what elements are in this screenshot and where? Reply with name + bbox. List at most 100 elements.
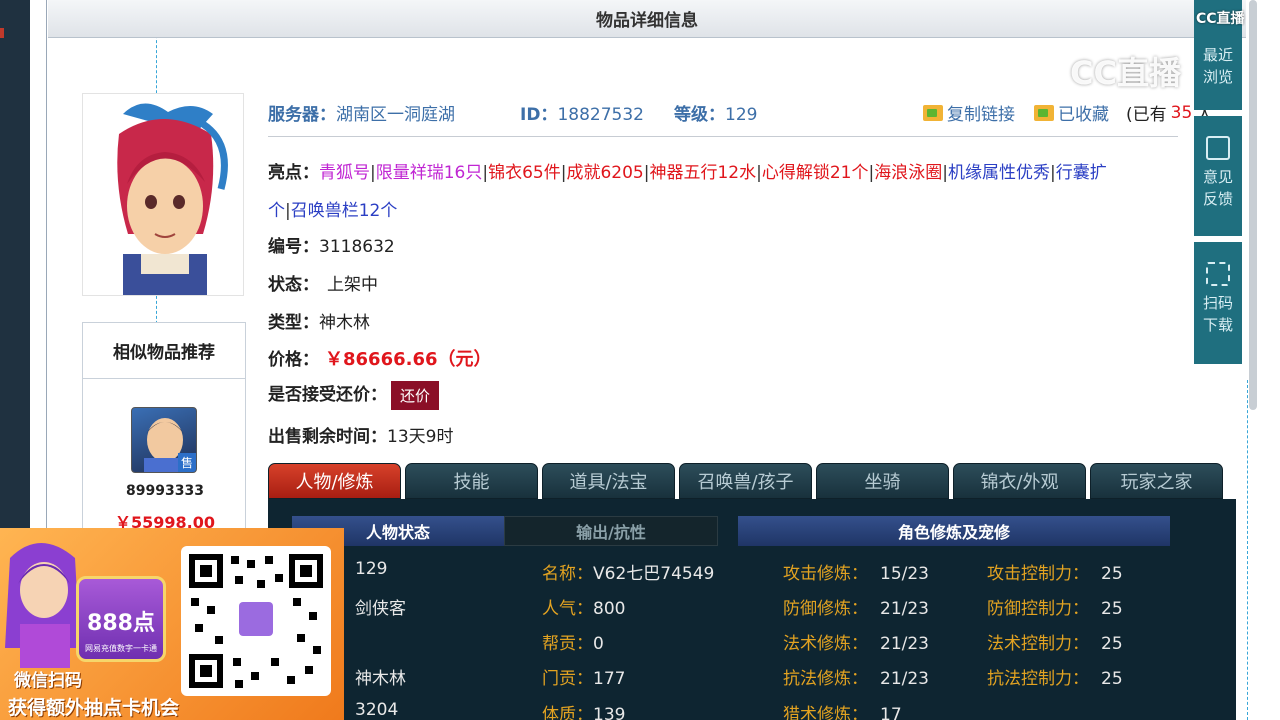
stat-key: 法术控制力： <box>987 634 1089 654</box>
collect-prefix: (已有 <box>1126 105 1167 125</box>
server-value: 湖南区一洞庭湖 <box>336 105 455 125</box>
price-label: 价格： <box>268 350 319 370</box>
subtab-output-resistance[interactable]: 输出/抗性 <box>504 516 718 546</box>
highlight-item: 召唤兽栏12个 <box>290 201 398 221</box>
stat-key: 法术修炼： <box>783 634 868 654</box>
number-value: 3118632 <box>319 237 395 257</box>
highlights-label: 亮点： <box>268 163 319 183</box>
highlight-item: 青狐号 <box>319 163 370 183</box>
stream-watermark: CC直播 <box>1070 54 1181 92</box>
stat-value: V62七巴74549 <box>593 564 715 584</box>
level-value: 129 <box>725 105 758 125</box>
cultivation-row: 猎术修炼： 17 <box>783 700 902 720</box>
status-label: 状态： <box>268 275 319 295</box>
promo-banner[interactable]: 888点 网易充值数字一卡通 微信扫码 获得额外抽点卡机会 <box>0 528 344 720</box>
similar-items-panel: 相似物品推荐 售 89993333 ￥55998.00 <box>82 322 246 532</box>
points-amount: 888点 <box>87 611 155 636</box>
stat-value: 21/23 <box>880 634 929 654</box>
similar-item-thumbnail[interactable]: 售 <box>131 407 197 473</box>
server-label: 服务器： <box>268 105 336 125</box>
status-value: 上架中 <box>327 275 378 295</box>
stat-value: 21/23 <box>880 599 929 619</box>
highlight-item: 机缘属性优秀 <box>947 163 1050 183</box>
copy-link-button[interactable]: 复制链接 <box>923 100 1015 125</box>
floating-sidebar: 最近 浏览 意见 反馈 扫码 下载 <box>1194 0 1242 365</box>
stat-value: 800 <box>593 599 626 619</box>
stat-key: 防御修炼： <box>783 599 868 619</box>
price-row: 价格： ￥86666.66（元） <box>268 345 492 371</box>
tab-player-home[interactable]: 玩家之家 <box>1090 463 1223 499</box>
cultivation-row: 防御修炼： 21/23 <box>783 594 929 619</box>
favorite-icon <box>1034 104 1054 121</box>
tab-skills[interactable]: 技能 <box>405 463 538 499</box>
stat-value: 21/23 <box>880 669 929 689</box>
recent-label-2: 浏览 <box>1202 68 1233 86</box>
similar-item-id[interactable]: 89993333 <box>83 483 247 499</box>
highlights: 亮点：青狐号|限量祥瑞16只|锦衣65件|成就6205|神器五行12水|心得解锁… <box>268 154 1198 230</box>
control-row: 防御控制力： 25 <box>987 594 1123 619</box>
type-row: 类型：神木林 <box>268 308 370 333</box>
character-portrait <box>82 93 244 296</box>
favorite-button[interactable]: 已收藏 <box>1034 100 1109 125</box>
server-info: 服务器：湖南区一洞庭湖 <box>268 100 455 125</box>
feedback-button[interactable]: 意见 反馈 <box>1194 116 1242 236</box>
scan-icon <box>1206 262 1230 286</box>
haggle-row: 是否接受还价： 还价 <box>268 380 440 410</box>
stat-value: 剑侠客 <box>355 599 406 619</box>
feedback-label-2: 反馈 <box>1202 190 1233 208</box>
highlight-item: 行囊扩 <box>1055 163 1107 183</box>
haggle-button[interactable]: 还价 <box>391 380 440 410</box>
highlight-item: 成就6205 <box>566 163 644 183</box>
stat-key: 人气： <box>542 599 593 619</box>
highlight-item: 心得解锁21个 <box>761 163 869 183</box>
stat-value: 177 <box>593 669 626 689</box>
remaining-label: 出售剩余时间： <box>268 427 387 447</box>
control-row: 攻击控制力： 25 <box>987 559 1123 584</box>
stat-value: 139 <box>593 705 626 720</box>
tab-character[interactable]: 人物/修炼 <box>268 463 401 499</box>
scan-label-1: 扫码 <box>1202 294 1233 312</box>
edit-icon <box>1206 136 1230 160</box>
stat-value: 17 <box>880 705 902 720</box>
status-row: 状态： 上架中 <box>268 270 378 295</box>
copy-link-icon <box>923 104 943 121</box>
points-badge: 888点 网易充值数字一卡通 <box>76 576 166 662</box>
stat-row: 帮贡：0 <box>542 629 604 654</box>
stat-value: 25 <box>1101 669 1123 689</box>
character-panel: 人物状态 输出/抗性 角色修炼及宠修 129 剑侠客 神木林 3204 名称：V… <box>268 499 1236 720</box>
recent-label-1: 最近 <box>1202 46 1233 64</box>
id-value: 18827532 <box>557 105 644 125</box>
promo-line-2: 获得额外抽点卡机会 <box>8 697 180 719</box>
favorite-label: 已收藏 <box>1058 105 1109 125</box>
number-label: 编号： <box>268 237 319 257</box>
price-value: ￥86666.66（元） <box>325 349 492 370</box>
level-label: 等级： <box>674 105 725 125</box>
level-info: 等级：129 <box>674 100 757 125</box>
highlight-item: 个 <box>268 201 285 221</box>
stat-row: 门贡：177 <box>542 664 625 689</box>
stat-value: 25 <box>1101 599 1123 619</box>
promo-line-1: 微信扫码 <box>14 671 82 691</box>
stat-key: 体质： <box>542 705 593 720</box>
stat-key: 门贡： <box>542 669 593 689</box>
type-value: 神木林 <box>319 313 370 333</box>
stat-key: 防御控制力： <box>987 599 1089 619</box>
remaining-value: 13天9时 <box>387 427 454 447</box>
stat-key: 抗法控制力： <box>987 669 1089 689</box>
tab-outfits[interactable]: 锦衣/外观 <box>953 463 1086 499</box>
points-badge-sub: 网易充值数字一卡通 <box>85 644 157 653</box>
tab-summons[interactable]: 召唤兽/孩子 <box>679 463 812 499</box>
similar-items-title: 相似物品推荐 <box>83 323 245 379</box>
item-header-row: 服务器：湖南区一洞庭湖 ID：18827532 等级：129 复制链接 已收藏 … <box>268 98 1213 128</box>
scan-download-button[interactable]: 扫码 下载 <box>1194 242 1242 364</box>
divider <box>268 136 1178 137</box>
stat-value: 15/23 <box>880 564 929 584</box>
scrollbar[interactable] <box>1249 0 1257 410</box>
id-info: ID：18827532 <box>520 100 644 125</box>
tab-mounts[interactable]: 坐骑 <box>816 463 949 499</box>
stat-key: 攻击控制力： <box>987 564 1089 584</box>
highlight-item: 海浪泳圈 <box>874 163 943 183</box>
tab-items[interactable]: 道具/法宝 <box>542 463 675 499</box>
scan-label-2: 下载 <box>1202 316 1233 334</box>
stat-value: 0 <box>593 634 604 654</box>
